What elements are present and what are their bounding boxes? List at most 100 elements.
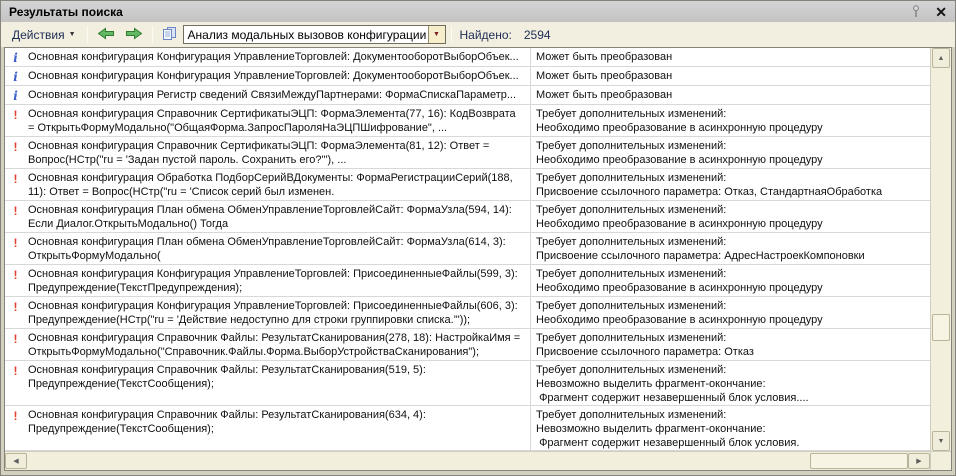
- result-location: Основная конфигурация Конфигурация Управ…: [26, 297, 531, 328]
- vertical-scroll-thumb[interactable]: [932, 314, 950, 341]
- window-title: Результаты поиска: [9, 5, 123, 19]
- copy-icon: [162, 26, 177, 44]
- result-location: Основная конфигурация План обмена ОбменУ…: [26, 233, 531, 264]
- result-message: Требует дополнительных изменений: Необхо…: [531, 297, 930, 328]
- dropdown-arrow-icon: ▼: [433, 31, 440, 38]
- severity-icon-cell: !: [5, 329, 26, 360]
- table-row[interactable]: ! Основная конфигурация План обмена Обме…: [5, 201, 930, 233]
- result-message: Требует дополнительных изменений: Невозм…: [531, 361, 930, 405]
- result-location: Основная конфигурация Обработка ПодборСе…: [26, 169, 531, 200]
- result-message: Требует дополнительных изменений: Присво…: [531, 169, 930, 200]
- back-button[interactable]: [93, 24, 119, 45]
- scroll-right-button[interactable]: ▶: [908, 453, 930, 469]
- result-message: Требует дополнительных изменений: Присво…: [531, 233, 930, 264]
- scrollbar-corner: [930, 452, 951, 470]
- title-bar: Результаты поиска ✕: [1, 1, 955, 22]
- result-message: Может быть преобразован: [531, 86, 930, 104]
- severity-icon: !: [14, 140, 18, 154]
- result-location: Основная конфигурация Справочник Файлы: …: [26, 361, 531, 405]
- result-location: Основная конфигурация План обмена ОбменУ…: [26, 201, 531, 232]
- result-location: Основная конфигурация Конфигурация Управ…: [26, 48, 531, 66]
- triangle-left-icon: ◀: [13, 457, 18, 465]
- toolbar-separator: [451, 26, 452, 43]
- search-results-window: Результаты поиска ✕ Действия ▼: [0, 0, 956, 476]
- severity-icon-cell: i: [5, 67, 26, 85]
- result-message: Требует дополнительных изменений: Присво…: [531, 329, 930, 360]
- horizontal-scrollbar[interactable]: ◀ ▶: [5, 452, 930, 470]
- severity-icon: !: [14, 332, 18, 346]
- result-location: Основная конфигурация Справочник Файлы: …: [26, 329, 531, 360]
- severity-icon: !: [14, 364, 18, 378]
- severity-icon-cell: !: [5, 137, 26, 168]
- filter-dropdown-button[interactable]: ▼: [428, 26, 445, 43]
- horizontal-scroll-thumb[interactable]: [810, 453, 908, 469]
- result-location: Основная конфигурация Регистр сведений С…: [26, 86, 531, 104]
- severity-icon-cell: !: [5, 201, 26, 232]
- actions-button[interactable]: Действия ▼: [6, 24, 82, 45]
- severity-icon: !: [14, 204, 18, 218]
- severity-icon: !: [14, 300, 18, 314]
- results-panel: i Основная конфигурация Конфигурация Упр…: [4, 47, 952, 471]
- severity-icon-cell: !: [5, 265, 26, 296]
- scroll-up-button[interactable]: ▲: [932, 48, 950, 68]
- copy-button[interactable]: [158, 24, 181, 45]
- severity-icon-cell: !: [5, 297, 26, 328]
- table-row[interactable]: ! Основная конфигурация Справочник Серти…: [5, 137, 930, 169]
- severity-icon-cell: !: [5, 361, 26, 405]
- table-row[interactable]: ! Основная конфигурация Справочник Файлы…: [5, 406, 930, 451]
- triangle-up-icon: ▲: [938, 55, 945, 62]
- table-row[interactable]: ! Основная конфигурация Обработка Подбор…: [5, 169, 930, 201]
- result-message: Требует дополнительных изменений: Необхо…: [531, 265, 930, 296]
- table-row[interactable]: i Основная конфигурация Конфигурация Упр…: [5, 67, 930, 86]
- arrow-left-icon: [97, 27, 115, 43]
- result-location: Основная конфигурация Справочник Сертифи…: [26, 137, 531, 168]
- severity-icon: i: [13, 51, 18, 65]
- severity-icon-cell: !: [5, 406, 26, 450]
- severity-icon: !: [14, 108, 18, 122]
- severity-icon-cell: !: [5, 233, 26, 264]
- pin-icon[interactable]: [911, 5, 921, 18]
- result-message: Требует дополнительных изменений: Необхо…: [531, 105, 930, 136]
- table-row[interactable]: ! Основная конфигурация План обмена Обме…: [5, 233, 930, 265]
- close-icon[interactable]: ✕: [935, 5, 947, 19]
- result-location: Основная конфигурация Конфигурация Управ…: [26, 67, 531, 85]
- severity-icon-cell: !: [5, 169, 26, 200]
- result-message: Требует дополнительных изменений: Необхо…: [531, 137, 930, 168]
- found-label: Найдено:: [460, 28, 512, 42]
- triangle-right-icon: ▶: [916, 457, 921, 465]
- severity-icon: !: [14, 268, 18, 282]
- table-row[interactable]: ! Основная конфигурация Справочник Файлы…: [5, 361, 930, 406]
- result-location: Основная конфигурация Справочник Файлы: …: [26, 406, 531, 450]
- severity-icon: !: [14, 409, 18, 423]
- table-row[interactable]: ! Основная конфигурация Справочник Файлы…: [5, 329, 930, 361]
- table-row[interactable]: ! Основная конфигурация Конфигурация Упр…: [5, 297, 930, 329]
- severity-icon: i: [13, 70, 18, 84]
- severity-icon: i: [13, 89, 18, 103]
- severity-icon-cell: i: [5, 48, 26, 66]
- toolbar-separator: [87, 26, 88, 43]
- results-table: i Основная конфигурация Конфигурация Упр…: [5, 48, 930, 451]
- table-row[interactable]: i Основная конфигурация Конфигурация Упр…: [5, 48, 930, 67]
- actions-button-label: Действия: [12, 28, 65, 42]
- arrow-right-icon: [125, 27, 143, 43]
- result-message: Может быть преобразован: [531, 67, 930, 85]
- vertical-scrollbar[interactable]: ▲ ▼: [930, 48, 951, 451]
- severity-icon-cell: i: [5, 86, 26, 104]
- forward-button[interactable]: [121, 24, 147, 45]
- severity-icon: !: [14, 172, 18, 186]
- result-location: Основная конфигурация Справочник Сертифи…: [26, 105, 531, 136]
- result-message: Требует дополнительных изменений: Необхо…: [531, 201, 930, 232]
- chevron-down-icon: ▼: [69, 31, 76, 38]
- scroll-down-button[interactable]: ▼: [932, 431, 950, 451]
- found-count: 2594: [524, 28, 551, 42]
- result-message: Требует дополнительных изменений: Невозм…: [531, 406, 930, 450]
- table-row[interactable]: ! Основная конфигурация Справочник Серти…: [5, 105, 930, 137]
- filter-combobox[interactable]: Анализ модальных вызовов конфигурации ▼: [183, 25, 446, 44]
- toolbar: Действия ▼: [1, 22, 955, 47]
- table-row[interactable]: i Основная конфигурация Регистр сведений…: [5, 86, 930, 105]
- severity-icon: !: [14, 236, 18, 250]
- triangle-down-icon: ▼: [938, 438, 945, 445]
- toolbar-separator: [152, 26, 153, 43]
- scroll-left-button[interactable]: ◀: [5, 453, 27, 469]
- table-row[interactable]: ! Основная конфигурация Конфигурация Упр…: [5, 265, 930, 297]
